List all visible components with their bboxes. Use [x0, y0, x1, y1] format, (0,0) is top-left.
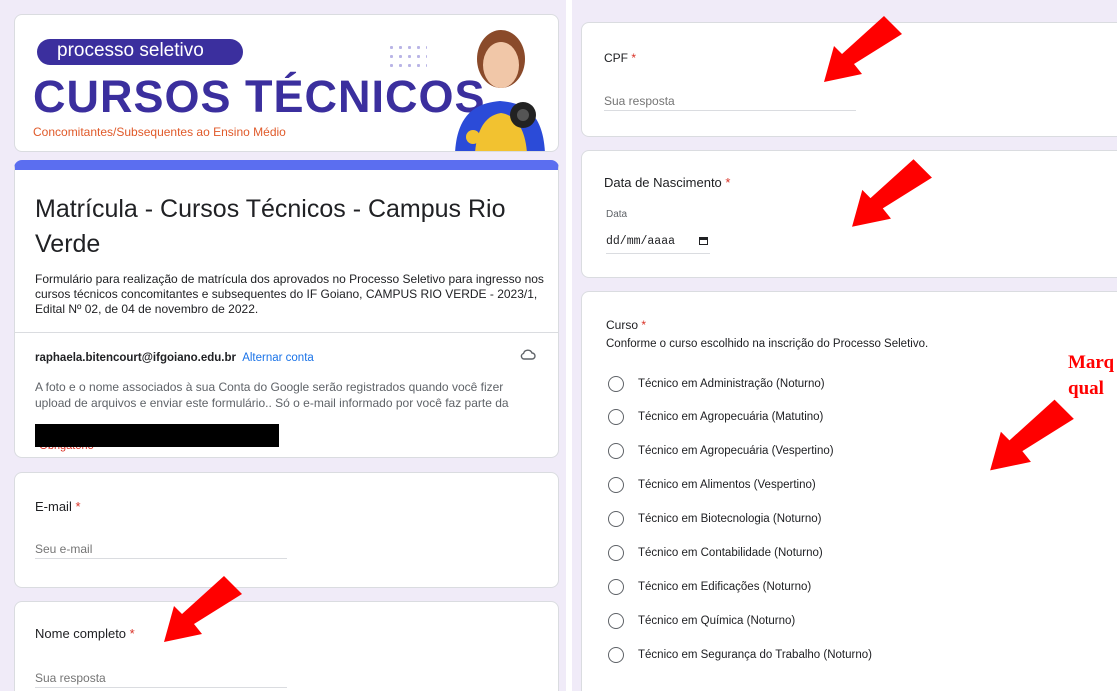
- option-label: Técnico em Agropecuária (Vespertino): [638, 445, 834, 457]
- red-arrow-icon: [990, 399, 1074, 471]
- form-header-card: Matrícula - Cursos Técnicos - Campus Rio…: [14, 160, 559, 458]
- dots-decoration: [387, 43, 427, 73]
- radio-option[interactable]: Técnico em Agropecuária (Vespertino): [608, 441, 834, 461]
- option-label: Técnico em Biotecnologia (Noturno): [638, 513, 822, 525]
- date-sublabel: Data: [606, 209, 628, 220]
- date-value: dd/mm/aaaa: [606, 235, 676, 248]
- redacted-block: [35, 424, 279, 447]
- option-label: Técnico em Segurança do Trabalho (Noturn…: [638, 649, 872, 661]
- banner-subtitle: Concomitantes/Subsequentes ao Ensino Méd…: [33, 125, 286, 139]
- option-label: Técnico em Edificações (Noturno): [638, 581, 812, 593]
- radio-button[interactable]: [608, 511, 624, 527]
- cloud-saved-icon: [520, 349, 536, 360]
- red-arrow-icon: [164, 576, 242, 642]
- question-label: Curso: [606, 318, 639, 332]
- question-title: Curso *: [606, 318, 646, 332]
- radio-button[interactable]: [608, 613, 624, 629]
- question-label: CPF: [604, 51, 628, 65]
- red-arrow-icon: [824, 16, 902, 82]
- question-title: E-mail *: [35, 499, 81, 514]
- date-input[interactable]: dd/mm/aaaa: [606, 230, 710, 254]
- option-label: Técnico em Química (Noturno): [638, 615, 796, 627]
- required-asterisk: *: [75, 499, 81, 514]
- nome-input[interactable]: [35, 668, 287, 688]
- option-label: Técnico em Alimentos (Vespertino): [638, 479, 816, 491]
- calendar-icon[interactable]: [699, 237, 708, 245]
- radio-option[interactable]: Técnico em Contabilidade (Noturno): [608, 543, 823, 563]
- radio-option[interactable]: Técnico em Segurança do Trabalho (Noturn…: [608, 645, 872, 665]
- red-arrow-icon: [852, 159, 932, 227]
- form-title: Matrícula - Cursos Técnicos - Campus Rio…: [35, 195, 506, 258]
- student-illustration: [455, 30, 545, 151]
- radio-button[interactable]: [608, 579, 624, 595]
- banner-title: CURSOS TÉCNICOS: [33, 71, 486, 122]
- radio-option[interactable]: Técnico em Administração (Noturno): [608, 374, 825, 394]
- radio-option[interactable]: Técnico em Biotecnologia (Noturno): [608, 509, 821, 529]
- email-input[interactable]: [35, 539, 287, 559]
- question-email: E-mail *: [14, 472, 559, 588]
- required-asterisk: *: [129, 626, 135, 641]
- column-separator: [566, 0, 572, 691]
- account-notice: A foto e o nome associados à sua Conta d…: [35, 380, 509, 410]
- option-label: Técnico em Administração (Noturno): [638, 378, 825, 390]
- radio-button[interactable]: [608, 647, 624, 663]
- question-nome: Nome completo *: [14, 601, 559, 691]
- radio-button[interactable]: [608, 409, 624, 425]
- radio-option[interactable]: Técnico em Agropecuária (Matutino): [608, 407, 823, 427]
- required-asterisk: *: [725, 175, 731, 190]
- header-banner: processo seletivo CURSOS TÉCNICOS Concom…: [14, 14, 559, 152]
- required-asterisk: *: [641, 318, 647, 332]
- cpf-input[interactable]: [604, 91, 856, 111]
- question-title: Nome completo *: [35, 626, 135, 641]
- divider: [15, 332, 558, 333]
- radio-button[interactable]: [608, 443, 624, 459]
- radio-option[interactable]: Técnico em Edificações (Noturno): [608, 577, 811, 597]
- question-curso: Curso * Conforme o curso escolhido na in…: [581, 291, 1117, 691]
- radio-option[interactable]: Técnico em Química (Noturno): [608, 611, 795, 631]
- question-nascimento: Data de Nascimento * Data dd/mm/aaaa: [581, 150, 1117, 278]
- account-row: raphaela.bitencourt@ifgoiano.edu.br Alte…: [35, 352, 314, 364]
- form-description: Formulário para realização de matrícula …: [35, 272, 544, 316]
- annotation-text-line1: Marq: [1068, 352, 1115, 373]
- account-email: raphaela.bitencourt@ifgoiano.edu.br: [35, 352, 236, 364]
- question-label: Data de Nascimento: [604, 175, 722, 190]
- question-title: CPF *: [604, 51, 636, 65]
- option-label: Técnico em Agropecuária (Matutino): [638, 411, 824, 423]
- question-label: Nome completo: [35, 626, 127, 641]
- radio-option[interactable]: Técnico em Alimentos (Vespertino): [608, 475, 816, 495]
- required-asterisk: *: [631, 51, 637, 65]
- question-help: Conforme o curso escolhido na inscrição …: [606, 338, 929, 350]
- radio-button[interactable]: [608, 477, 624, 493]
- radio-button[interactable]: [608, 545, 624, 561]
- question-label: E-mail: [35, 499, 72, 514]
- question-title: Data de Nascimento *: [604, 175, 730, 190]
- radio-button[interactable]: [608, 376, 624, 392]
- switch-account-link[interactable]: Alternar conta: [242, 352, 314, 364]
- banner-pill: processo seletivo: [37, 39, 243, 65]
- option-label: Técnico em Contabilidade (Noturno): [638, 547, 823, 559]
